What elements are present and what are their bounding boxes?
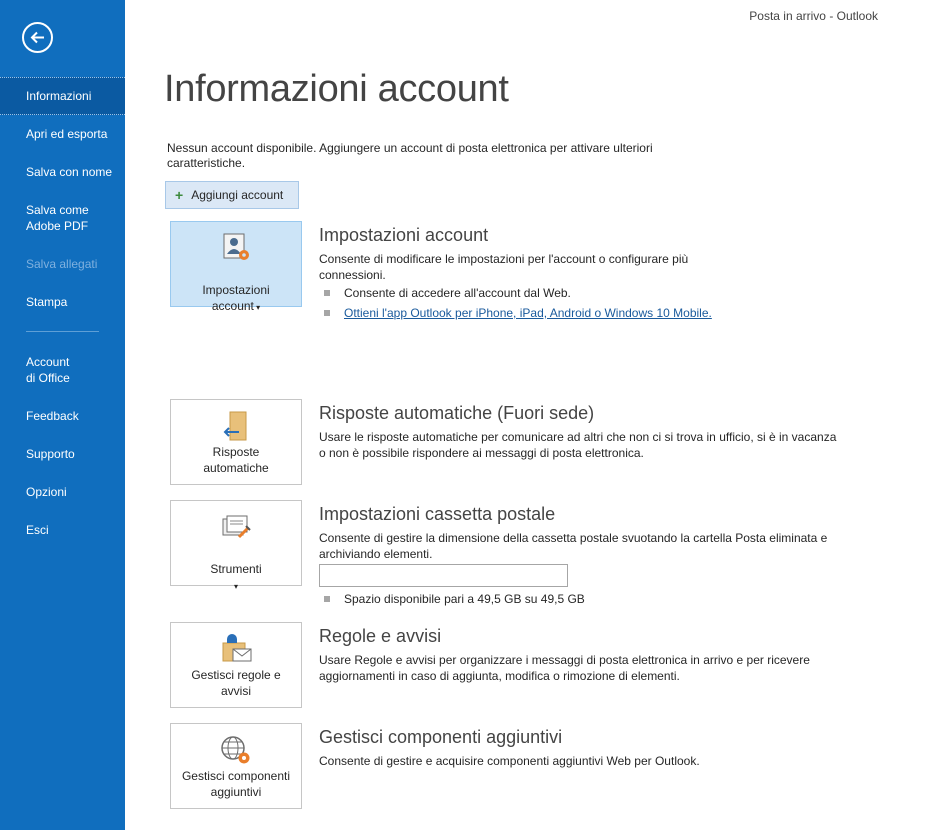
chevron-down-icon: ▾	[233, 582, 238, 591]
nav-item-salva-allegati: Salva allegati	[26, 257, 98, 271]
mailbox-tools-tile-label: Strumenti	[210, 562, 262, 576]
back-arrow-icon	[30, 31, 44, 44]
addins-tile[interactable]: Gestisci componenti aggiuntivi	[170, 723, 302, 809]
add-account-label: Aggiungi account	[191, 188, 284, 202]
nav-item-informazioni[interactable]: Informazioni	[0, 77, 125, 115]
nav-item-esci[interactable]: Esci	[0, 522, 125, 538]
nav-item-opzioni[interactable]: Opzioni	[0, 484, 125, 500]
chevron-down-icon: ▾	[253, 303, 261, 312]
mailbox-settings-description: Consente di gestire la dimensione della …	[319, 531, 828, 561]
account-settings-title: Impostazioni account	[319, 225, 489, 245]
add-account-button[interactable]: + Aggiungi account	[165, 181, 299, 209]
back-button[interactable]	[22, 22, 53, 53]
window-title: Posta in arrivo - Outlook	[749, 9, 878, 23]
rules-tile[interactable]: Gestisci regole e avvisi	[170, 622, 302, 708]
nav-item-feedback[interactable]: Feedback	[0, 408, 125, 424]
account-settings-description: Consente di modificare le impostazioni p…	[319, 252, 689, 282]
bullet-icon	[324, 596, 330, 602]
auto-replies-description: Usare le risposte automatiche per comuni…	[319, 430, 837, 460]
nav-item-account-office[interactable]: Account di Office	[0, 354, 125, 386]
rules-title: Regole e avvisi	[319, 626, 442, 646]
mailbox-settings-title: Impostazioni cassetta postale	[319, 504, 556, 524]
list-item: Consente di accedere all'account dal Web…	[324, 286, 571, 300]
addins-title: Gestisci componenti aggiuntivi	[319, 727, 563, 747]
nav-item-salva-pdf[interactable]: Salva come Adobe PDF	[0, 202, 125, 234]
tools-icon	[222, 515, 251, 539]
rules-tile-label: Gestisci regole e avvisi	[191, 668, 281, 698]
mailbox-quota-bar	[319, 564, 568, 587]
globe-gear-icon	[221, 736, 250, 764]
rules-description: Usare Regole e avvisi per organizzare i …	[319, 653, 810, 683]
auto-replies-tile-label: Risposte automatiche	[203, 445, 269, 475]
auto-reply-icon	[223, 411, 247, 441]
web-access-text: Consente di accedere all'account dal Web…	[344, 286, 571, 300]
account-settings-tile[interactable]: Impostazioni account ▾	[170, 221, 302, 313]
rules-alerts-icon	[222, 634, 252, 662]
nav-item-salva-con-nome[interactable]: Salva con nome	[0, 164, 125, 180]
plus-icon: +	[175, 187, 184, 203]
account-settings-icon	[223, 233, 249, 260]
nav-divider	[26, 331, 99, 332]
nav-item-supporto[interactable]: Supporto	[0, 446, 125, 462]
outlook-mobile-app-link[interactable]: Ottieni l'app Outlook per iPhone, iPad, …	[344, 306, 712, 320]
mailbox-tools-tile[interactable]: Strumenti ▾	[170, 500, 302, 591]
bullet-icon	[324, 310, 330, 316]
nav-item-stampa[interactable]: Stampa	[0, 294, 125, 310]
page-title: Informazioni account	[164, 68, 509, 110]
addins-description: Consente di gestire e acquisire componen…	[319, 754, 700, 768]
backstage-sidebar: Informazioni Apri ed esporta Salva con n…	[0, 0, 125, 830]
addins-tile-label: Gestisci componenti aggiuntivi	[181, 769, 291, 799]
auto-replies-title: Risposte automatiche (Fuori sede)	[319, 403, 595, 423]
list-item: Ottieni l'app Outlook per iPhone, iPad, …	[324, 306, 712, 320]
nav-item-apri-esporta[interactable]: Apri ed esporta	[0, 126, 125, 142]
quota-text: Spazio disponibile pari a 49,5 GB su 49,…	[344, 592, 585, 606]
no-account-message: Nessun account disponibile. Aggiungere u…	[167, 141, 653, 170]
bullet-icon	[324, 290, 330, 296]
auto-replies-tile[interactable]: Risposte automatiche	[170, 399, 302, 485]
list-item: Spazio disponibile pari a 49,5 GB su 49,…	[324, 592, 585, 606]
